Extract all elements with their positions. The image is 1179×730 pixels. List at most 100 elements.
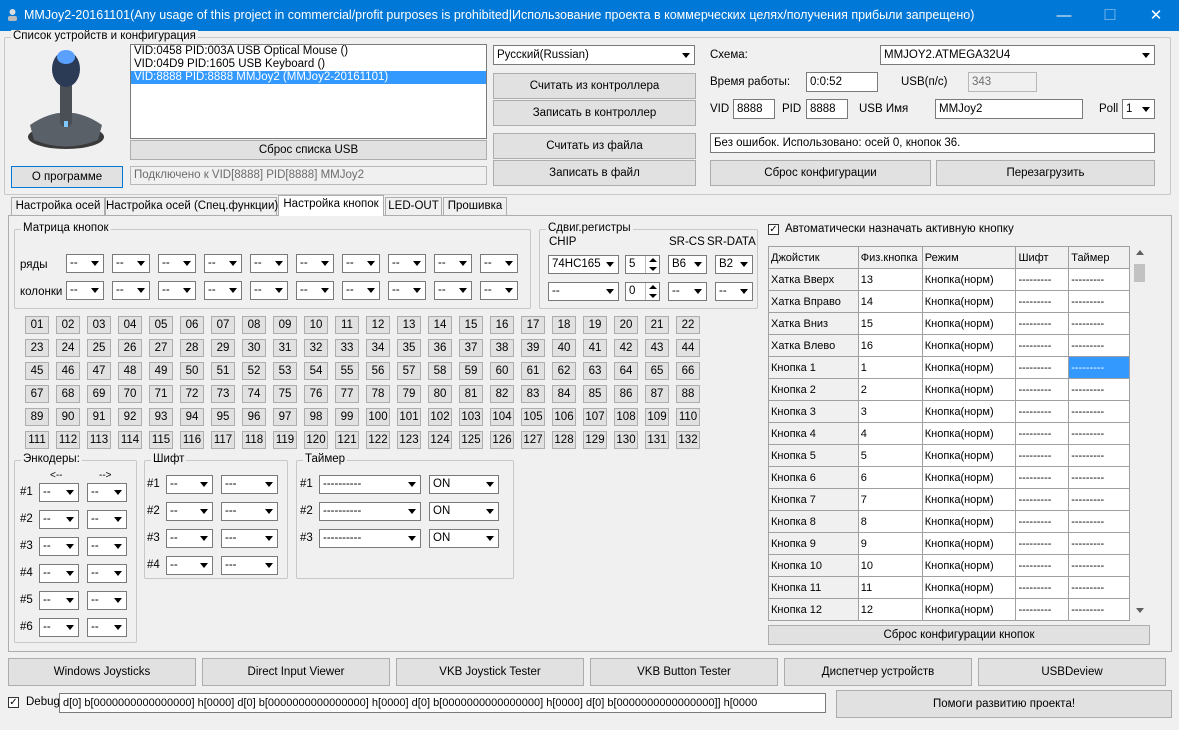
table-row[interactable]: Кнопка 11 11 Кнопка(норм) --------- --------… bbox=[768, 576, 1130, 599]
button-number-107[interactable]: 107 bbox=[583, 408, 607, 426]
button-number-46[interactable]: 46 bbox=[56, 362, 80, 380]
spin-arrows-icon[interactable] bbox=[645, 256, 659, 273]
usb-name-field[interactable]: MMJoy2 bbox=[935, 99, 1083, 119]
encoder-left-select[interactable]: -- bbox=[39, 483, 79, 502]
device-manager-button[interactable]: Диспетчер устройств bbox=[784, 658, 972, 686]
table-header-cell[interactable]: Таймер bbox=[1068, 246, 1130, 269]
shift-select[interactable]: -- bbox=[166, 529, 213, 548]
button-number-108[interactable]: 108 bbox=[614, 408, 638, 426]
shift-select[interactable]: -- bbox=[166, 556, 213, 575]
button-number-78[interactable]: 78 bbox=[366, 385, 390, 403]
button-number-73[interactable]: 73 bbox=[211, 385, 235, 403]
button-number-63[interactable]: 63 bbox=[583, 362, 607, 380]
button-number-129[interactable]: 129 bbox=[583, 431, 607, 449]
button-number-118[interactable]: 118 bbox=[242, 431, 266, 449]
table-cell[interactable]: 10 bbox=[857, 554, 923, 577]
table-row[interactable]: Кнопка 6 6 Кнопка(норм) --------- --------- bbox=[768, 466, 1130, 489]
button-number-09[interactable]: 09 bbox=[273, 316, 297, 334]
table-cell[interactable]: --------- bbox=[1015, 334, 1070, 357]
button-number-52[interactable]: 52 bbox=[242, 362, 266, 380]
shift-mode-select[interactable]: --- bbox=[221, 556, 278, 575]
tab-led-out[interactable]: LED-OUT bbox=[385, 197, 442, 216]
button-number-115[interactable]: 115 bbox=[149, 431, 173, 449]
table-cell[interactable]: 4 bbox=[857, 422, 923, 445]
button-number-102[interactable]: 102 bbox=[428, 408, 452, 426]
vkb-joystick-tester-button[interactable]: VKB Joystick Tester bbox=[396, 658, 584, 686]
button-number-128[interactable]: 128 bbox=[552, 431, 576, 449]
button-number-34[interactable]: 34 bbox=[366, 339, 390, 357]
matrix-col-select[interactable]: -- bbox=[342, 281, 380, 300]
table-cell[interactable]: 6 bbox=[857, 466, 923, 489]
button-number-122[interactable]: 122 bbox=[366, 431, 390, 449]
button-number-105[interactable]: 105 bbox=[521, 408, 545, 426]
table-cell[interactable]: Хатка Вправо bbox=[768, 290, 859, 313]
encoder-right-select[interactable]: -- bbox=[87, 537, 127, 556]
button-number-95[interactable]: 95 bbox=[211, 408, 235, 426]
button-number-48[interactable]: 48 bbox=[118, 362, 142, 380]
table-cell[interactable]: --------- bbox=[1068, 598, 1130, 621]
button-number-85[interactable]: 85 bbox=[583, 385, 607, 403]
matrix-col-select[interactable]: -- bbox=[112, 281, 150, 300]
table-row[interactable]: Хатка Вправо 14 Кнопка(норм) --------- -----… bbox=[768, 290, 1130, 313]
button-number-92[interactable]: 92 bbox=[118, 408, 142, 426]
about-button[interactable]: О программе bbox=[11, 166, 123, 188]
button-number-24[interactable]: 24 bbox=[56, 339, 80, 357]
usbdeview-button[interactable]: USBDeview bbox=[978, 658, 1166, 686]
encoder-right-select[interactable]: -- bbox=[87, 591, 127, 610]
button-number-123[interactable]: 123 bbox=[397, 431, 421, 449]
spin-arrows-icon[interactable] bbox=[645, 283, 659, 300]
table-cell[interactable]: Кнопка 2 bbox=[768, 378, 859, 401]
button-number-23[interactable]: 23 bbox=[25, 339, 49, 357]
button-number-113[interactable]: 113 bbox=[87, 431, 111, 449]
button-number-114[interactable]: 114 bbox=[118, 431, 142, 449]
button-number-81[interactable]: 81 bbox=[459, 385, 483, 403]
table-cell[interactable]: 1 bbox=[857, 356, 923, 379]
debug-checkbox[interactable]: ✓ bbox=[8, 697, 19, 708]
table-cell[interactable]: --------- bbox=[1068, 488, 1130, 511]
button-number-12[interactable]: 12 bbox=[366, 316, 390, 334]
button-number-103[interactable]: 103 bbox=[459, 408, 483, 426]
button-number-96[interactable]: 96 bbox=[242, 408, 266, 426]
poll-select[interactable]: 1 bbox=[1122, 99, 1155, 119]
button-number-117[interactable]: 117 bbox=[211, 431, 235, 449]
shift-select[interactable]: -- bbox=[166, 475, 213, 494]
table-cell[interactable]: --------- bbox=[1015, 444, 1070, 467]
sr-data2-select[interactable]: -- bbox=[715, 282, 753, 301]
matrix-col-select[interactable]: -- bbox=[388, 281, 426, 300]
encoder-right-select[interactable]: -- bbox=[87, 483, 127, 502]
table-cell[interactable]: --------- bbox=[1015, 554, 1070, 577]
button-number-40[interactable]: 40 bbox=[552, 339, 576, 357]
button-number-126[interactable]: 126 bbox=[490, 431, 514, 449]
table-cell[interactable]: --------- bbox=[1068, 334, 1130, 357]
button-number-15[interactable]: 15 bbox=[459, 316, 483, 334]
button-number-39[interactable]: 39 bbox=[521, 339, 545, 357]
button-number-71[interactable]: 71 bbox=[149, 385, 173, 403]
button-number-82[interactable]: 82 bbox=[490, 385, 514, 403]
table-cell[interactable]: Кнопка 7 bbox=[768, 488, 859, 511]
tab-axes[interactable]: Настройка осей bbox=[11, 197, 105, 216]
table-row[interactable]: Кнопка 9 9 Кнопка(норм) --------- --------- bbox=[768, 532, 1130, 555]
table-cell[interactable]: 3 bbox=[857, 400, 923, 423]
table-cell[interactable]: --------- bbox=[1015, 268, 1070, 291]
button-number-80[interactable]: 80 bbox=[428, 385, 452, 403]
table-cell[interactable]: Кнопка(норм) bbox=[921, 312, 1017, 335]
matrix-row-select[interactable]: -- bbox=[388, 254, 426, 273]
table-cell[interactable]: --------- bbox=[1015, 576, 1070, 599]
table-cell[interactable]: Кнопка(норм) bbox=[921, 422, 1017, 445]
shift-select[interactable]: -- bbox=[166, 502, 213, 521]
button-number-66[interactable]: 66 bbox=[676, 362, 700, 380]
device-item[interactable]: VID:0458 PID:003A USB Optical Mouse () bbox=[131, 45, 486, 58]
table-header-cell[interactable]: Шифт bbox=[1015, 246, 1070, 269]
chip2-select[interactable]: -- bbox=[548, 282, 619, 301]
button-number-33[interactable]: 33 bbox=[335, 339, 359, 357]
table-cell[interactable]: Кнопка(норм) bbox=[921, 400, 1017, 423]
vkb-button-tester-button[interactable]: VKB Button Tester bbox=[590, 658, 778, 686]
matrix-col-select[interactable]: -- bbox=[204, 281, 242, 300]
table-cell[interactable]: Кнопка 5 bbox=[768, 444, 859, 467]
button-number-72[interactable]: 72 bbox=[180, 385, 204, 403]
button-number-55[interactable]: 55 bbox=[335, 362, 359, 380]
table-row[interactable]: Хатка Вверх 13 Кнопка(норм) --------- ------… bbox=[768, 268, 1130, 291]
button-number-112[interactable]: 112 bbox=[56, 431, 80, 449]
matrix-row-select[interactable]: -- bbox=[112, 254, 150, 273]
button-number-87[interactable]: 87 bbox=[645, 385, 669, 403]
